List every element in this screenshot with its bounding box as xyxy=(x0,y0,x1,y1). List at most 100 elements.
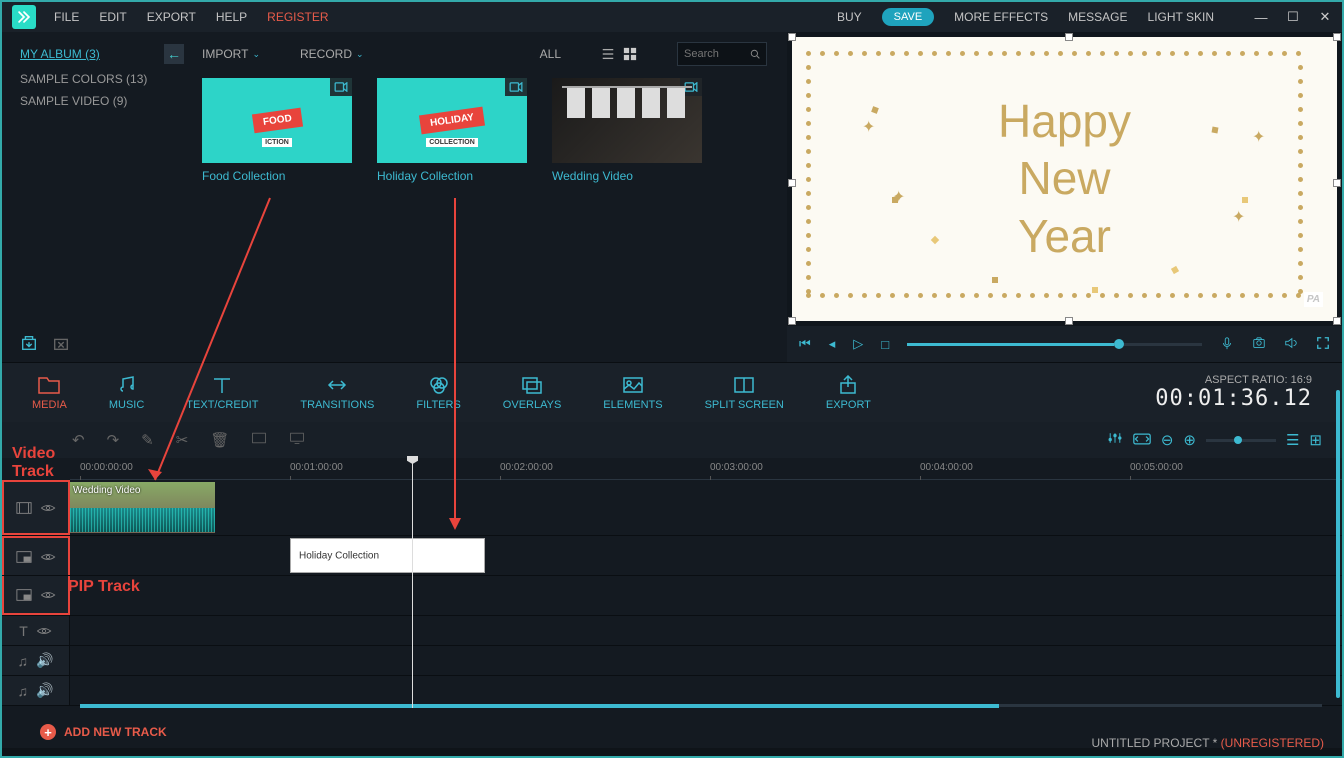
pip-track-head-2[interactable] xyxy=(2,576,70,615)
menu-buy[interactable]: BUY xyxy=(837,10,862,24)
redo-icon[interactable]: ↷ xyxy=(107,431,120,449)
media-thumb-food[interactable]: FOOD ICTION Food Collection xyxy=(202,78,352,183)
zoom-in-icon[interactable]: ⊕ xyxy=(1183,431,1196,449)
media-thumb-wedding[interactable]: Wedding Video xyxy=(552,78,702,183)
project-name: UNTITLED PROJECT * xyxy=(1092,736,1221,750)
pip-track-head-1[interactable] xyxy=(2,536,70,575)
timeline-view-2-icon[interactable]: ⊞ xyxy=(1309,431,1322,449)
menu-edit[interactable]: EDIT xyxy=(99,10,126,24)
tab-text[interactable]: TEXT/CREDIT xyxy=(186,375,258,411)
fullscreen-icon[interactable] xyxy=(1316,336,1330,353)
import-file-icon[interactable] xyxy=(20,334,38,352)
menu-light-skin[interactable]: LIGHT SKIN xyxy=(1148,10,1214,24)
album-sample-video[interactable]: SAMPLE VIDEO (9) xyxy=(20,94,184,108)
tab-elements[interactable]: ELEMENTS xyxy=(603,375,662,411)
category-tabs: MEDIA MUSIC TEXT/CREDIT TRANSITIONS FILT… xyxy=(2,362,1342,422)
close-button[interactable]: ✕ xyxy=(1318,10,1332,24)
record-voiceover-icon[interactable] xyxy=(1220,336,1234,353)
menu-export[interactable]: EXPORT xyxy=(147,10,196,24)
thumb-image: FOOD ICTION xyxy=(202,78,352,163)
save-button[interactable]: SAVE xyxy=(882,8,935,26)
tab-filters[interactable]: FILTERS xyxy=(416,375,460,411)
edit-tool-icon[interactable]: ✎ xyxy=(141,431,154,449)
tab-music[interactable]: MUSIC xyxy=(109,375,144,411)
clip-holiday-collection[interactable]: Holiday Collection xyxy=(290,538,485,573)
menu-help[interactable]: HELP xyxy=(216,10,247,24)
tab-media[interactable]: MEDIA xyxy=(32,375,67,411)
album-sample-colors[interactable]: SAMPLE COLORS (13) xyxy=(20,72,184,86)
delete-icon[interactable]: 🗑 xyxy=(210,431,229,449)
tab-overlays[interactable]: OVERLAYS xyxy=(503,375,562,411)
grid-view-icon[interactable] xyxy=(623,47,637,61)
volume-icon[interactable] xyxy=(1284,336,1298,353)
audio-track-1[interactable] xyxy=(70,646,1342,675)
import-button[interactable]: IMPORT ⌄ xyxy=(202,47,260,61)
aspect-ratio-label: ASPECT RATIO: 16:9 xyxy=(1155,374,1312,386)
menu-file[interactable]: FILE xyxy=(54,10,79,24)
audio-track-2[interactable] xyxy=(70,676,1342,705)
search-input[interactable] xyxy=(684,48,744,60)
crop-icon[interactable] xyxy=(251,431,267,449)
text-icon: T xyxy=(19,623,28,639)
search-box[interactable] xyxy=(677,42,767,66)
filter-all[interactable]: ALL xyxy=(540,47,561,61)
annotation-video-track: VideoTrack xyxy=(12,445,55,480)
audio-mixer-icon[interactable] xyxy=(1107,431,1123,449)
eye-icon xyxy=(40,552,56,562)
menu-more-effects[interactable]: MORE EFFECTS xyxy=(954,10,1048,24)
pip-icon xyxy=(16,550,32,564)
zoom-out-icon[interactable]: ⊖ xyxy=(1161,431,1174,449)
film-icon xyxy=(16,501,32,515)
fit-zoom-icon[interactable] xyxy=(1133,432,1151,449)
timeline-view-1-icon[interactable]: ☰ xyxy=(1286,431,1299,449)
playback-slider[interactable] xyxy=(907,343,1202,346)
timeline-ruler[interactable]: 00:00:00:00 00:01:00:00 00:02:00:00 00:0… xyxy=(70,458,1342,480)
pip-track-1[interactable]: Holiday Collection xyxy=(70,536,1342,575)
tab-export[interactable]: EXPORT xyxy=(826,375,871,411)
minimize-button[interactable]: — xyxy=(1254,10,1268,24)
search-icon xyxy=(750,48,760,60)
add-track-button[interactable]: + ADD NEW TRACK xyxy=(40,724,167,740)
list-view-icon[interactable] xyxy=(601,47,615,61)
video-track[interactable]: Wedding Video xyxy=(70,480,1342,535)
preview-panel: /*dots generated below*/ Happy New Year … xyxy=(787,32,1342,362)
cut-icon[interactable]: ✂ xyxy=(176,431,189,449)
album-back-button[interactable]: ← xyxy=(164,44,184,64)
speaker-icon: 🔊 xyxy=(36,682,53,699)
undo-icon[interactable]: ↶ xyxy=(72,431,85,449)
timeline-scrollbar[interactable] xyxy=(80,704,1322,710)
text-track[interactable] xyxy=(70,616,1342,645)
stop-icon[interactable]: □ xyxy=(881,337,889,352)
clip-audio-wave[interactable] xyxy=(70,508,215,532)
video-track-head[interactable] xyxy=(2,480,70,535)
audio-track-head-2[interactable]: ♫ 🔊 xyxy=(2,676,70,705)
playhead[interactable] xyxy=(412,458,413,708)
album-my-album[interactable]: MY ALBUM (3) xyxy=(20,47,100,61)
audio-track-head-1[interactable]: ♫ 🔊 xyxy=(2,646,70,675)
video-badge-icon xyxy=(330,78,352,96)
app-logo xyxy=(12,5,36,29)
annotation-pip-track: PIP Track xyxy=(68,578,140,596)
goto-start-icon[interactable]: ⏮ xyxy=(799,336,811,352)
preview-text: Happy New Year xyxy=(998,93,1131,266)
play-icon[interactable]: ▷ xyxy=(853,336,863,352)
media-thumb-holiday[interactable]: HOLIDAY COLLECTION Holiday Collection xyxy=(377,78,527,183)
text-track-head[interactable]: T xyxy=(2,616,70,645)
preview-canvas[interactable]: /*dots generated below*/ Happy New Year … xyxy=(792,37,1337,321)
import-delete-icon[interactable] xyxy=(52,334,70,352)
album-sidebar: MY ALBUM (3) ← SAMPLE COLORS (13) SAMPLE… xyxy=(2,32,202,193)
maximize-button[interactable]: ☐ xyxy=(1286,10,1300,24)
menu-register[interactable]: REGISTER xyxy=(267,10,328,24)
pip-track-2[interactable] xyxy=(70,576,1342,615)
menu-bar: FILE EDIT EXPORT HELP REGISTER BUY SAVE … xyxy=(2,2,1342,32)
prev-frame-icon[interactable]: ◂ xyxy=(829,336,836,352)
snapshot-icon[interactable] xyxy=(1252,336,1266,353)
record-button[interactable]: RECORD ⌄ xyxy=(300,47,364,61)
screen-icon[interactable] xyxy=(289,431,305,449)
zoom-slider[interactable] xyxy=(1206,439,1276,442)
tab-split-screen[interactable]: SPLIT SCREEN xyxy=(705,375,784,411)
vertical-scrollbar[interactable] xyxy=(1336,390,1340,698)
thumb-label: Food Collection xyxy=(202,169,352,183)
tab-transitions[interactable]: TRANSITIONS xyxy=(300,375,374,411)
menu-message[interactable]: MESSAGE xyxy=(1068,10,1127,24)
